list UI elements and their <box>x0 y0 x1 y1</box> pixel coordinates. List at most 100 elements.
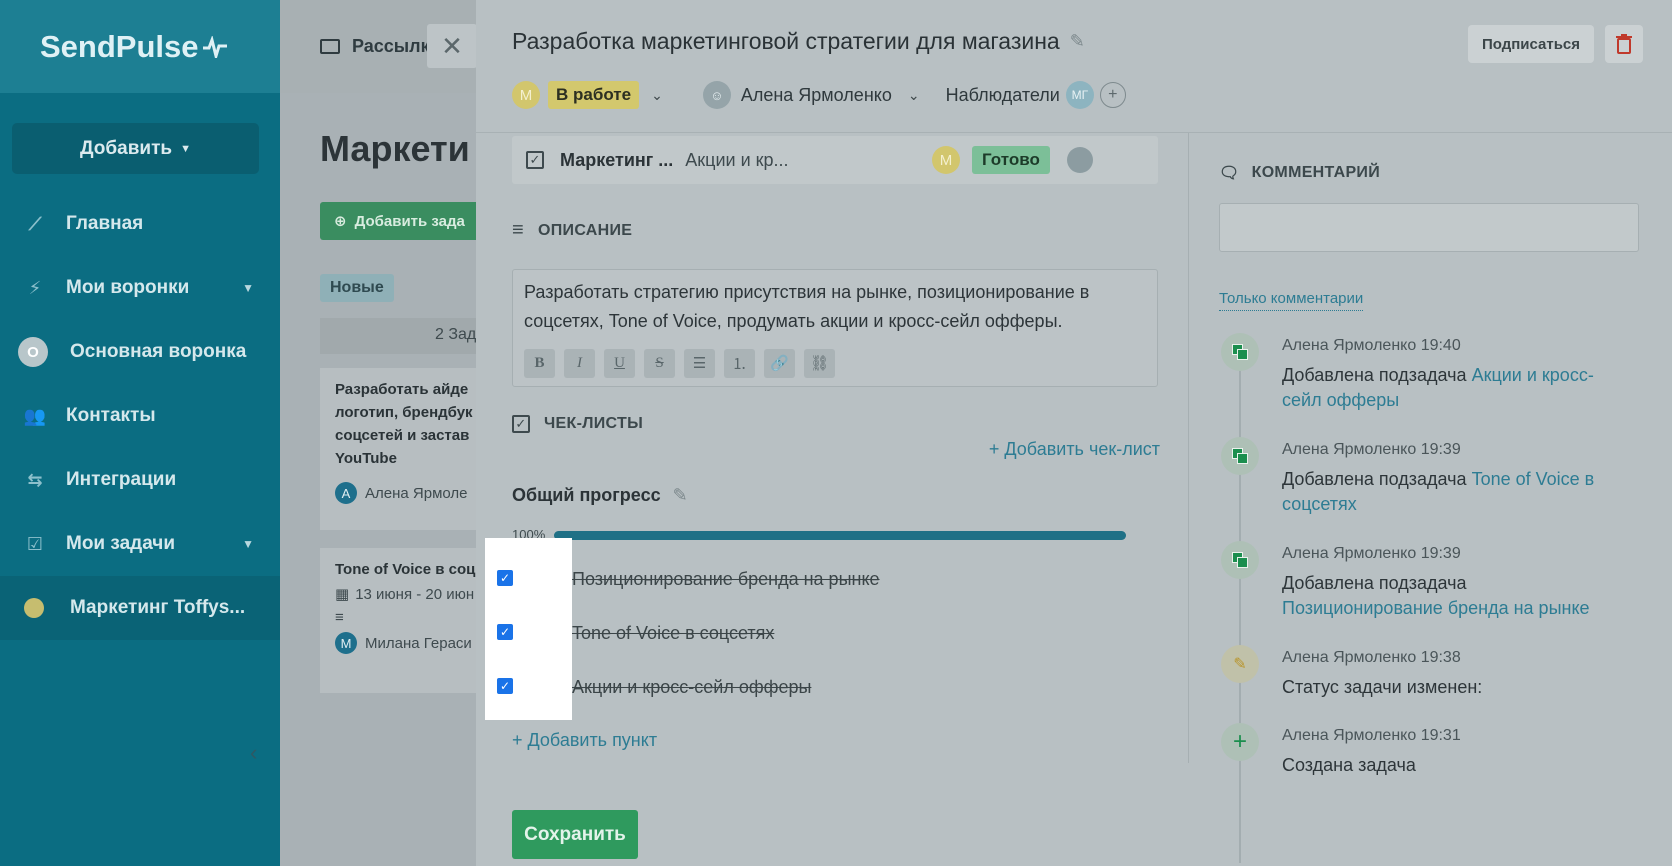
assignee-name: Милана Гераси <box>365 634 472 652</box>
chevron-down-icon[interactable]: ⌄ <box>908 87 920 104</box>
checklist-checkbox[interactable]: ✓ <box>497 624 513 640</box>
task-card[interactable]: Tone of Voice в соц ▦ 13 июня - 20 июн ≡… <box>320 548 500 693</box>
event-meta: Алена Ярмоленко 19:40 <box>1282 337 1461 355</box>
description-text[interactable]: Разработать стратегию присутствия на рын… <box>524 278 1146 336</box>
brand-logo[interactable]: SendPulse <box>0 0 280 93</box>
timeline-event: Алена Ярмоленко 19:40 Добавлена подзадач… <box>1219 333 1639 423</box>
pencil-icon: ✎ <box>1221 645 1259 683</box>
checklist-item-label[interactable]: Позиционирование бренда на рынке <box>572 569 880 590</box>
plus-circle-icon: ⊕ <box>334 213 347 230</box>
status-badge[interactable]: В работе <box>548 81 640 109</box>
subtask-row[interactable]: ✓ Маркетинг ... Акции и кр... М Готово <box>512 136 1158 184</box>
progress-bar <box>554 531 1126 540</box>
unlink-icon[interactable]: ⛓ <box>804 349 835 378</box>
funnel-avatar: О <box>18 337 48 367</box>
board-title: Маркети <box>320 128 470 169</box>
checklists-header: ✓ ЧЕК-ЛИСТЫ <box>512 415 643 433</box>
italic-button[interactable]: I <box>564 349 595 378</box>
bullet-list-icon[interactable]: ☰ <box>684 349 715 378</box>
description-editor[interactable]: Разработать стратегию присутствия на рын… <box>512 269 1158 387</box>
checkbox-highlight: ✓ ✓ ✓ <box>485 538 572 720</box>
progress-title-text: Общий прогресс <box>512 485 661 505</box>
subscribe-button[interactable]: Подписаться <box>1468 25 1594 63</box>
task-details: ✓ Маркетинг ... Акции и кр... М Готово ≡… <box>485 133 1160 866</box>
comments-filter-link[interactable]: Только комментарии <box>1219 290 1364 311</box>
checklist-item-label[interactable]: Акции и кросс-сейл офферы <box>572 677 811 698</box>
event-time: 19:31 <box>1420 727 1461 744</box>
event-link[interactable]: Позиционирование бренда на рынке <box>1282 598 1590 618</box>
event-text-prefix: Добавлена подзадача <box>1282 365 1472 385</box>
task-title[interactable]: Разработка маркетинговой стратегии для м… <box>512 28 1085 55</box>
sidebar-item-home[interactable]: ⟋ Главная <box>0 192 280 256</box>
event-author: Алена Ярмоленко <box>1282 441 1417 458</box>
caret-down-icon: ▼ <box>242 537 254 551</box>
event-time: 19:39 <box>1420 545 1461 562</box>
event-text-prefix: Добавлена подзадача <box>1282 573 1467 593</box>
timeline-event: Алена Ярмоленко 19:39 Добавлена подзадач… <box>1219 437 1639 527</box>
edit-progress-icon[interactable]: ✎ <box>673 485 688 506</box>
checklist-checkbox[interactable]: ✓ <box>497 570 513 586</box>
calendar-icon: ▦ <box>335 586 350 603</box>
delete-button[interactable] <box>1605 25 1643 63</box>
event-text: Добавлена подзадача Tone of Voice в соцс… <box>1282 467 1632 517</box>
save-button[interactable]: Сохранить <box>512 810 638 859</box>
assignee-name[interactable]: Алена Ярмоленко <box>741 85 892 106</box>
checklist-checkbox[interactable]: ✓ <box>497 678 513 694</box>
event-author: Алена Ярмоленко <box>1282 545 1417 562</box>
bold-button[interactable]: B <box>524 349 555 378</box>
subtask-desc: Акции и кр... <box>685 149 789 170</box>
sidebar-item-integrations[interactable]: ⇆ Интеграции <box>0 448 280 512</box>
task-card[interactable]: Разработать айде логотип, брендбук соцсе… <box>320 368 500 530</box>
strikethrough-button[interactable]: S <box>644 349 675 378</box>
chevron-down-icon[interactable]: ⌄ <box>651 87 663 104</box>
sidebar-item-marketing[interactable]: Маркетинг Toffys... <box>0 576 280 640</box>
event-text-prefix: Статус задачи изменен: <box>1282 677 1483 697</box>
event-text: Статус задачи изменен: <box>1282 675 1632 700</box>
status-avatar: М <box>512 81 540 109</box>
envelope-icon <box>320 39 340 54</box>
funnel-icon: ⚡ <box>28 277 42 298</box>
sidebar-item-contacts[interactable]: 👥 Контакты <box>0 384 280 448</box>
event-author: Алена Ярмоленко <box>1282 727 1417 744</box>
subtask-checkbox[interactable]: ✓ <box>526 151 544 169</box>
subtask-name: Маркетинг ... <box>560 149 674 170</box>
sidebar-item-funnels[interactable]: ⚡ Мои воронки ▼ <box>0 256 280 320</box>
underline-button[interactable]: U <box>604 349 635 378</box>
event-meta: Алена Ярмоленко 19:39 <box>1282 441 1461 459</box>
close-modal-button[interactable]: ✕ <box>427 24 477 68</box>
observer-avatar[interactable]: МГ <box>1065 81 1094 109</box>
add-button-label: Добавить <box>80 137 173 159</box>
checklist-item-label[interactable]: Tone of Voice в соцсетях <box>572 623 774 644</box>
event-time: 19:38 <box>1420 649 1461 666</box>
add-task-button[interactable]: ⊕ Добавить зада <box>320 202 500 240</box>
subtask-user-icon <box>1067 147 1093 173</box>
add-checklist-link[interactable]: + Добавить чек-лист <box>989 439 1160 460</box>
add-button[interactable]: Добавить ▼ <box>12 123 259 174</box>
sidebar-item-main-funnel[interactable]: О Основная воронка <box>0 320 280 384</box>
event-text-prefix: Добавлена подзадача <box>1282 469 1472 489</box>
comment-input[interactable] <box>1219 203 1639 252</box>
assignee-name: Алена Ярмоле <box>365 484 468 502</box>
caret-down-icon: ▼ <box>242 281 254 295</box>
numbered-list-icon[interactable]: ⒈ <box>724 349 755 378</box>
sidebar-item-label: Интеграции <box>66 469 177 490</box>
event-author: Алена Ярмоленко <box>1282 649 1417 666</box>
collapse-sidebar-icon[interactable]: ‹ <box>250 740 257 766</box>
edit-title-icon[interactable]: ✎ <box>1070 31 1085 52</box>
add-observer-button[interactable]: + <box>1099 82 1126 108</box>
add-item-link[interactable]: + Добавить пункт <box>512 730 657 751</box>
description-header-text: ОПИСАНИЕ <box>537 221 633 239</box>
event-text-prefix: Создана задача <box>1282 755 1416 775</box>
sidebar-item-my-tasks[interactable]: ☑ Мои задачи ▼ <box>0 512 280 576</box>
link-icon[interactable]: 🔗 <box>764 349 795 378</box>
column-tag: Новые <box>320 274 394 302</box>
subtask-icon <box>1221 541 1259 579</box>
event-meta: Алена Ярмоленко 19:39 <box>1282 545 1461 563</box>
project-dot-icon <box>24 598 44 618</box>
chart-line-icon: ⟋ <box>28 213 42 234</box>
avatar: А <box>335 482 357 504</box>
timeline-event: Алена Ярмоленко 19:39 Добавлена подзадач… <box>1219 541 1639 631</box>
event-text: Добавлена подзадача Акции и кросс-сейл о… <box>1282 363 1632 413</box>
column-count: 2 Зад <box>320 318 500 354</box>
card-title: Tone of Voice в соц <box>335 561 476 578</box>
